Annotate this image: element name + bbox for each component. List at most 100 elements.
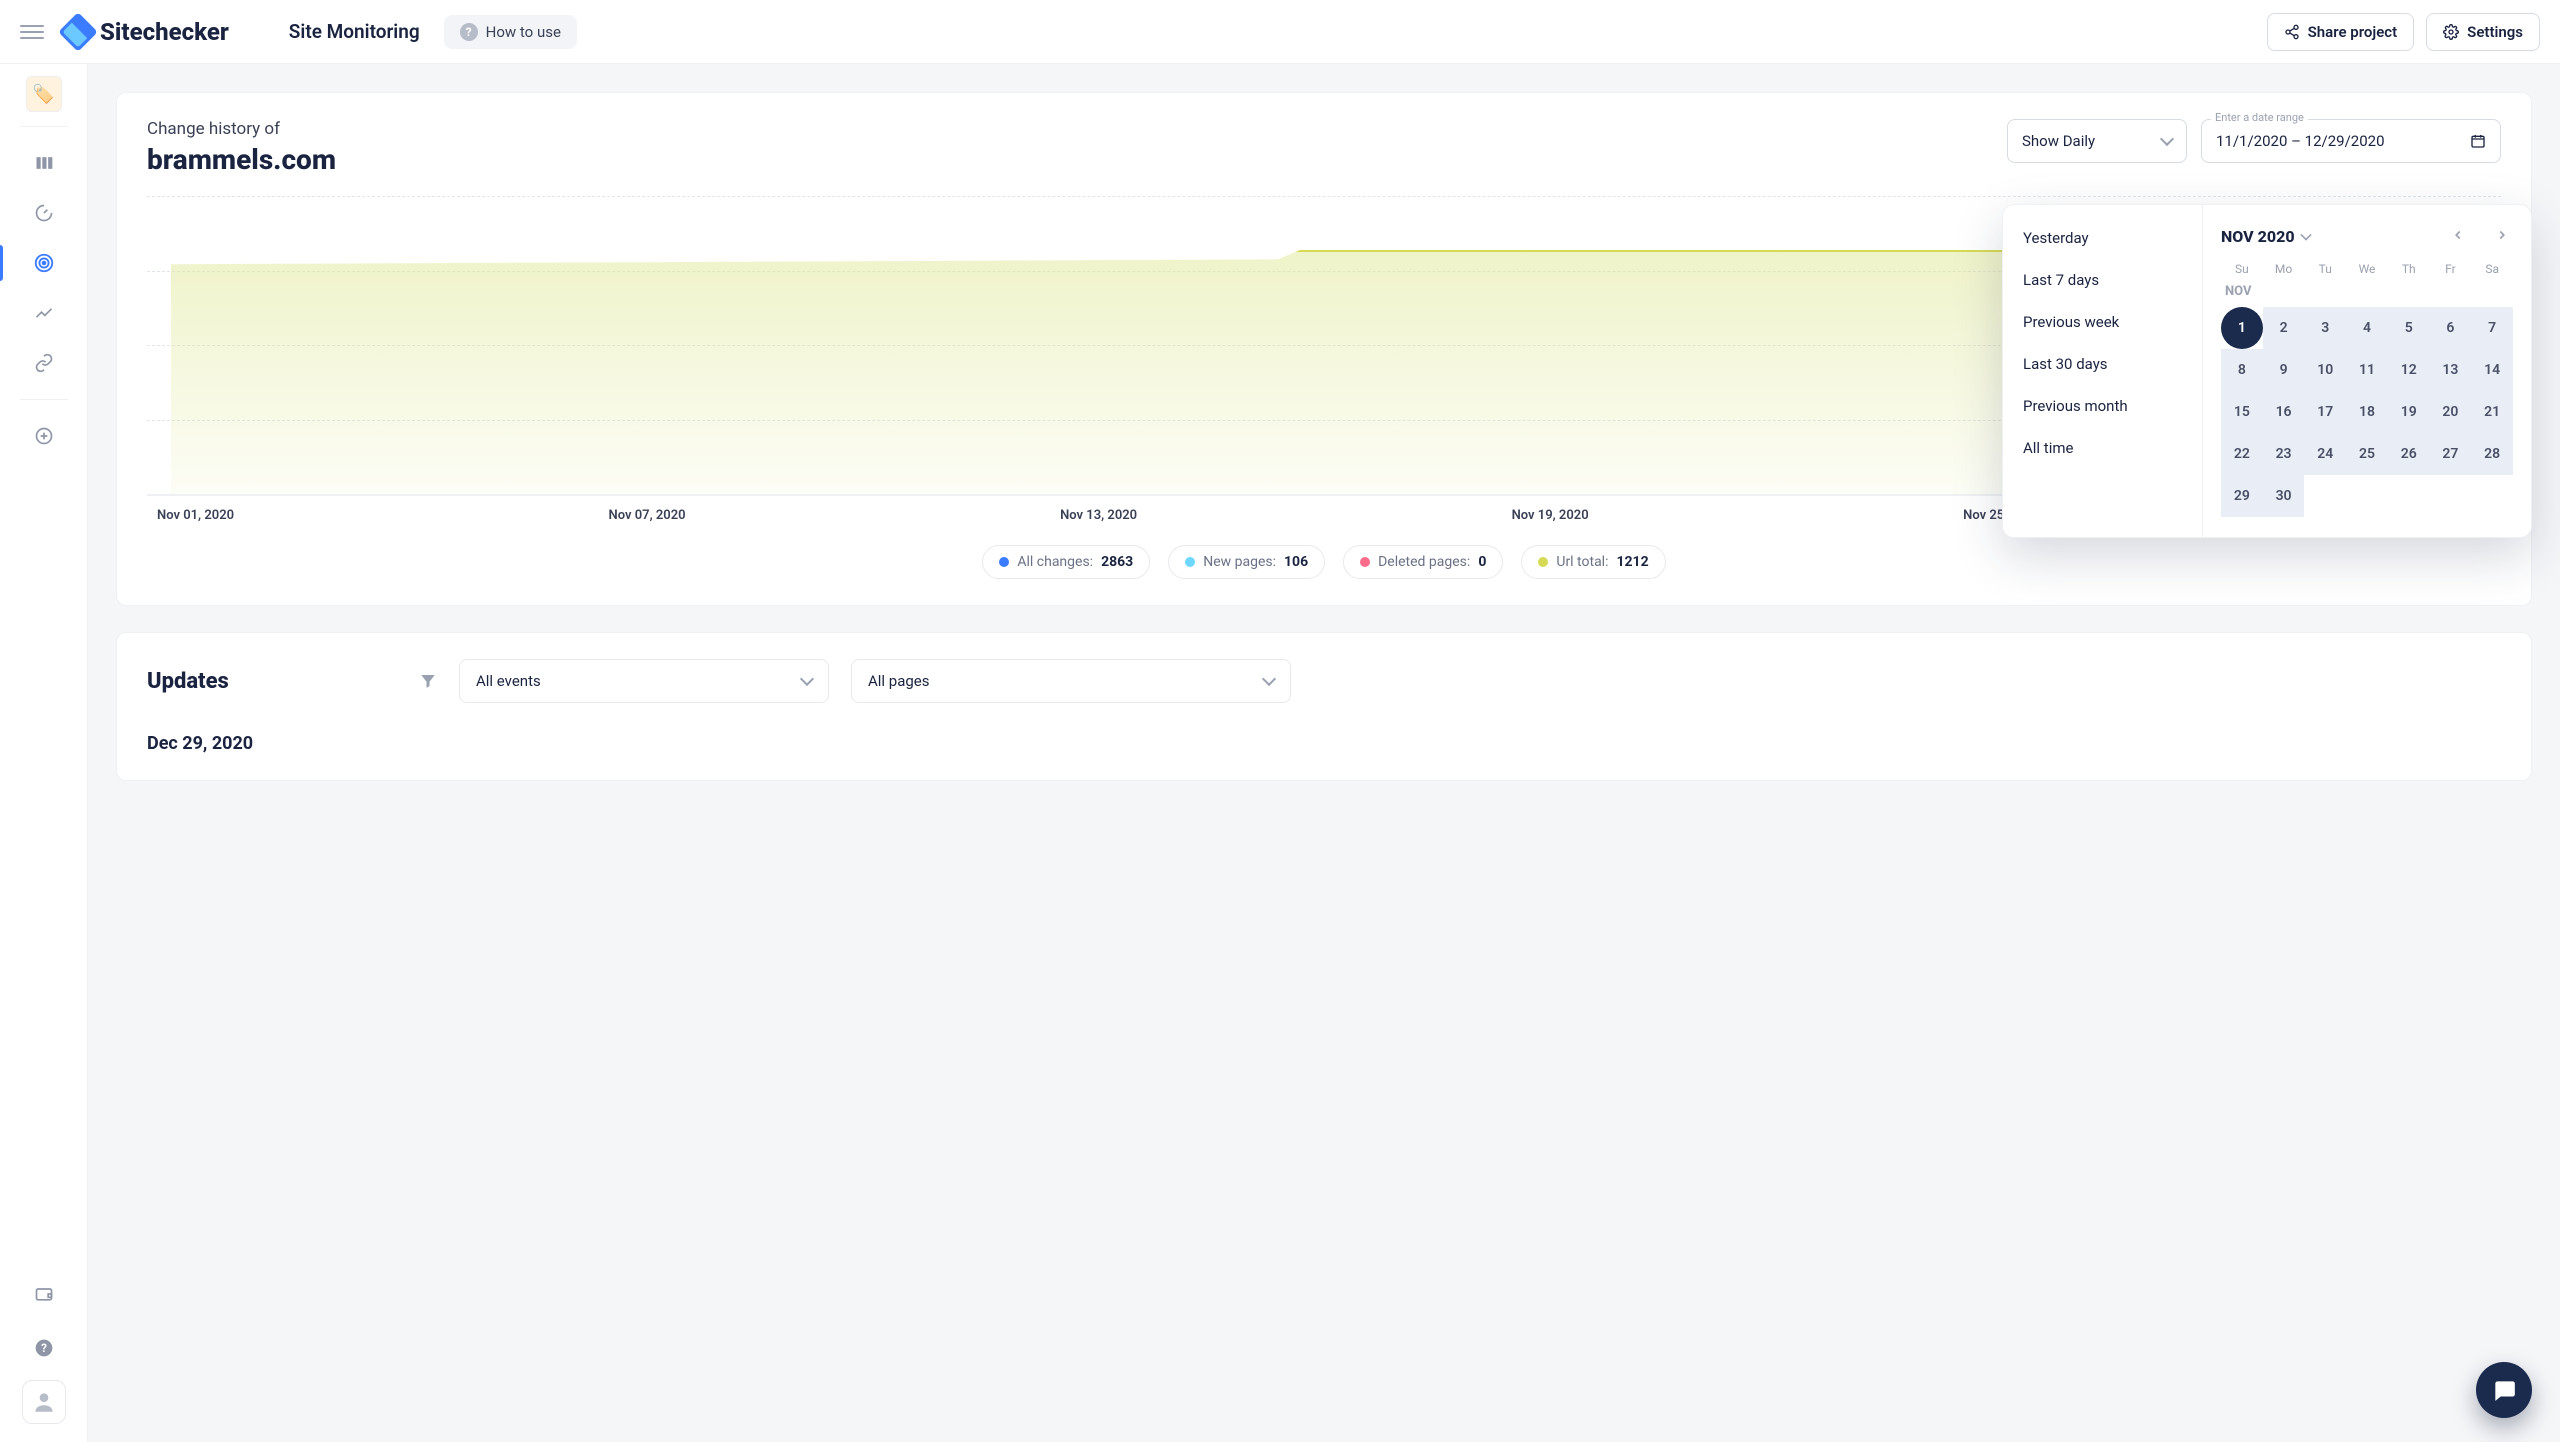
date-range-popover: YesterdayLast 7 daysPrevious weekLast 30… <box>2002 204 2532 538</box>
calendar-day[interactable]: 12 <box>2388 349 2430 391</box>
legend-label: All changes: <box>1017 554 1093 570</box>
calendar-day[interactable]: 18 <box>2346 391 2388 433</box>
calendar-dow-label: Mo <box>2263 262 2305 276</box>
share-icon <box>2284 24 2300 40</box>
help-icon: ? <box>34 1338 54 1358</box>
legend-pill: New pages: 106 <box>1168 545 1325 579</box>
topbar: Sitechecker Site Monitoring ? How to use… <box>0 0 2560 64</box>
legend-dot-icon <box>999 557 1009 567</box>
calendar-day[interactable]: 30 <box>2263 475 2305 517</box>
calendar-day[interactable]: 20 <box>2430 391 2472 433</box>
legend-pill: Url total: 1212 <box>1521 545 1665 579</box>
legend-label: Deleted pages: <box>1378 554 1470 570</box>
calendar-month-select[interactable]: NOV 2020 <box>2221 227 2311 246</box>
updates-group-date: Dec 29, 2020 <box>147 733 2501 754</box>
legend-pill: All changes: 2863 <box>982 545 1150 579</box>
sidebar-item-links[interactable] <box>0 341 88 385</box>
plus-circle-icon <box>34 426 54 446</box>
events-filter-label: All events <box>476 672 541 690</box>
user-avatar[interactable] <box>22 1380 66 1424</box>
calendar-day[interactable]: 10 <box>2304 349 2346 391</box>
sidebar-item-help[interactable]: ? <box>0 1326 88 1370</box>
filter-icon[interactable] <box>419 672 437 690</box>
calendar-day[interactable]: 5 <box>2388 307 2430 349</box>
date-preset[interactable]: Last 30 days <box>2003 343 2202 385</box>
legend-dot-icon <box>1185 557 1195 567</box>
calendar-day[interactable]: 25 <box>2346 433 2388 475</box>
calendar-day[interactable]: 13 <box>2430 349 2472 391</box>
calendar-day[interactable]: 2 <box>2263 307 2305 349</box>
sidebar-item-monitor[interactable] <box>0 241 88 285</box>
calendar-day[interactable]: 17 <box>2304 391 2346 433</box>
date-preset[interactable]: Previous week <box>2003 301 2202 343</box>
brand[interactable]: Sitechecker <box>64 18 229 46</box>
sidebar-project-icon[interactable]: 🏷️ <box>26 76 62 112</box>
date-range-value: 11/1/2020 – 12/29/2020 <box>2216 132 2385 150</box>
calendar-day[interactable]: 19 <box>2388 391 2430 433</box>
how-to-use-button[interactable]: ? How to use <box>444 15 577 49</box>
calendar-day[interactable]: 23 <box>2263 433 2305 475</box>
sidebar-item-dashboard[interactable] <box>0 141 88 185</box>
calendar-day[interactable]: 29 <box>2221 475 2263 517</box>
calendar-dow-label: We <box>2346 262 2388 276</box>
calendar-day[interactable]: 27 <box>2430 433 2472 475</box>
calendar-dow-label: Fr <box>2430 262 2472 276</box>
chevron-down-icon <box>2160 132 2174 146</box>
calendar-day[interactable]: 8 <box>2221 349 2263 391</box>
legend-label: Url total: <box>1556 554 1608 570</box>
change-history-domain: brammels.com <box>147 143 336 176</box>
calendar-prev-button[interactable] <box>2447 223 2469 250</box>
calendar-day[interactable]: 7 <box>2471 307 2513 349</box>
calendar-day[interactable]: 9 <box>2263 349 2305 391</box>
date-presets: YesterdayLast 7 daysPrevious weekLast 30… <box>2003 205 2203 537</box>
sidebar-item-trend[interactable] <box>0 291 88 335</box>
calendar-day[interactable]: 28 <box>2471 433 2513 475</box>
calendar-next-button[interactable] <box>2491 223 2513 250</box>
calendar-day[interactable]: 15 <box>2221 391 2263 433</box>
calendar-day[interactable]: 21 <box>2471 391 2513 433</box>
legend-dot-icon <box>1360 557 1370 567</box>
date-preset[interactable]: Last 7 days <box>2003 259 2202 301</box>
date-range-input[interactable]: 11/1/2020 – 12/29/2020 <box>2201 119 2501 163</box>
pages-filter-dropdown[interactable]: All pages <box>851 659 1291 703</box>
gear-icon <box>2443 24 2459 40</box>
calendar-day[interactable]: 24 <box>2304 433 2346 475</box>
calendar-month-short: NOV <box>2225 284 2513 299</box>
legend-value: 0 <box>1478 554 1486 570</box>
legend-value: 106 <box>1284 554 1308 570</box>
chevron-right-icon <box>2495 228 2509 242</box>
events-filter-dropdown[interactable]: All events <box>459 659 829 703</box>
calendar-day[interactable]: 3 <box>2304 307 2346 349</box>
legend-value: 1212 <box>1616 554 1648 570</box>
calendar-day[interactable]: 14 <box>2471 349 2513 391</box>
date-preset[interactable]: All time <box>2003 427 2202 469</box>
updates-title: Updates <box>147 669 397 694</box>
calendar-day[interactable]: 22 <box>2221 433 2263 475</box>
calendar-day[interactable]: 11 <box>2346 349 2388 391</box>
legend-dot-icon <box>1538 557 1548 567</box>
date-range-label: Enter a date range <box>2211 111 2308 124</box>
xaxis-tick: Nov 01, 2020 <box>157 508 234 523</box>
calendar-day[interactable]: 16 <box>2263 391 2305 433</box>
date-preset[interactable]: Previous month <box>2003 385 2202 427</box>
change-history-heading: Change history of <box>147 119 336 139</box>
svg-text:?: ? <box>41 1341 47 1355</box>
sidebar-item-speed[interactable] <box>0 191 88 235</box>
sidebar-item-add[interactable] <box>0 414 88 458</box>
share-project-button[interactable]: Share project <box>2267 13 2415 51</box>
hamburger-icon[interactable] <box>20 21 44 43</box>
calendar-day[interactable]: 1 <box>2221 307 2263 349</box>
chevron-left-icon <box>2451 228 2465 242</box>
settings-button[interactable]: Settings <box>2426 13 2540 51</box>
calendar-dow-label: Th <box>2388 262 2430 276</box>
calendar-day[interactable]: 26 <box>2388 433 2430 475</box>
calendar-dow-label: Su <box>2221 262 2263 276</box>
calendar: NOV 2020 SuMoTuWeThFrSa <box>2203 205 2531 537</box>
calendar-day[interactable]: 6 <box>2430 307 2472 349</box>
chat-fab[interactable] <box>2476 1362 2532 1418</box>
show-daily-dropdown[interactable]: Show Daily <box>2007 119 2187 163</box>
date-preset[interactable]: Yesterday <box>2003 217 2202 259</box>
brand-name: Sitechecker <box>100 18 229 46</box>
calendar-day[interactable]: 4 <box>2346 307 2388 349</box>
sidebar-item-wallet[interactable] <box>0 1272 88 1316</box>
